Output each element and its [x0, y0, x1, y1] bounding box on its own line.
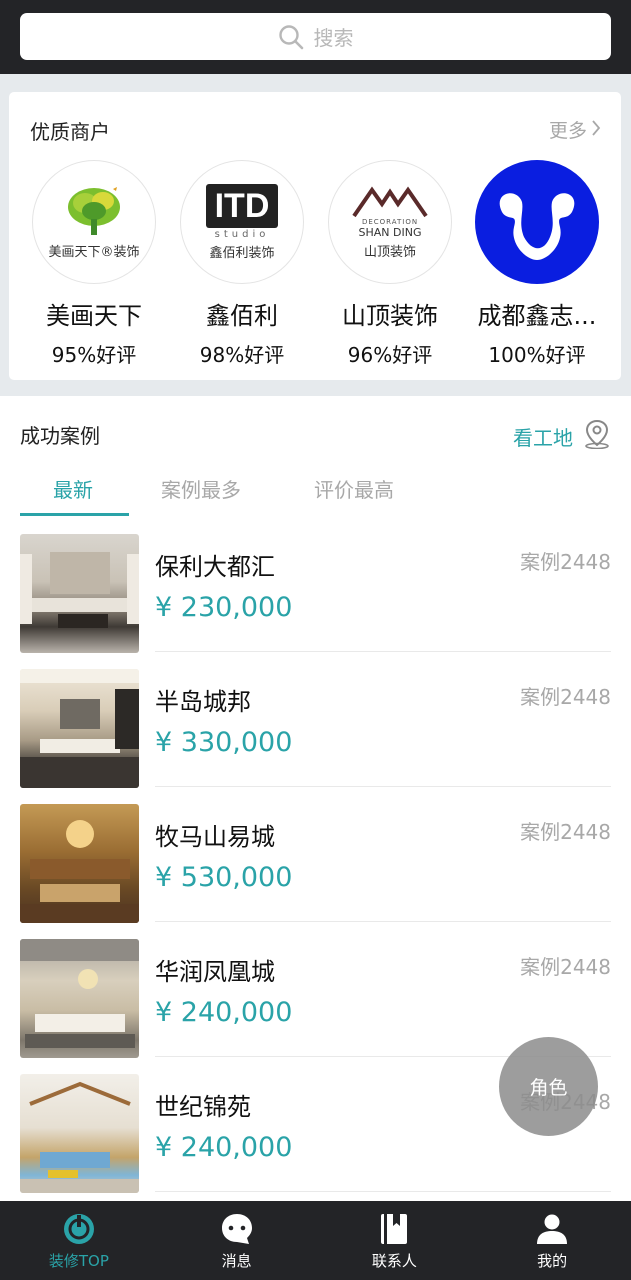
location-pin-icon [583, 419, 611, 454]
merchant-logo: DECORATION SHAN DING 山顶装饰 [328, 160, 452, 284]
contacts-book-icon [376, 1211, 412, 1247]
merchant-logo-text: 鑫佰利装饰 [209, 245, 275, 261]
merchant-logo-text: 山顶装饰 [363, 245, 416, 260]
case-name: 牧马山易城 [155, 823, 275, 851]
merchant-logo [475, 160, 599, 284]
merchant-logo-sub: SHAN DING [358, 226, 422, 239]
merchant-rating: 100%好评 [488, 343, 586, 367]
nav-label-home: 装修TOP [48, 1252, 109, 1270]
merchant-rating: 96%好评 [347, 343, 433, 367]
case-thumbnail [20, 804, 139, 923]
case-name: 半岛城邦 [155, 688, 251, 716]
role-button[interactable]: 角色 [499, 1037, 598, 1136]
merchant-logo-text: 美画天下®装饰 [48, 244, 140, 260]
tab-most-cases[interactable]: 案例最多 [161, 474, 241, 503]
site-visit-link[interactable]: 看工地 [513, 419, 611, 454]
nav-item-messages[interactable]: 消息 [158, 1201, 316, 1280]
more-link[interactable]: 更多 [549, 116, 601, 143]
merchant-logo-tag: DECORATION [361, 218, 419, 226]
merchant-item[interactable]: 美画天下®装饰 美画天下 95%好评 [20, 160, 168, 368]
bottom-nav: 装修TOP 消息 联系人 我的 [0, 1201, 631, 1280]
divider [155, 1191, 611, 1192]
list-item[interactable]: 牧马山易城 ¥ 530,000 案例2448 [20, 804, 611, 939]
more-label: 更多 [548, 120, 587, 142]
merchant-logo-sub: studio [214, 228, 270, 240]
site-visit-label: 看工地 [513, 426, 573, 450]
chevron-right-icon [591, 119, 601, 141]
merchant-name: 美画天下 [46, 302, 142, 330]
user-icon [534, 1211, 570, 1247]
list-item[interactable]: 保利大都汇 ¥ 230,000 案例2448 [20, 534, 611, 669]
merchant-name: 鑫佰利 [206, 302, 278, 330]
divider [155, 786, 611, 787]
case-thumbnail [20, 534, 139, 653]
case-price: ¥ 240,000 [155, 1132, 293, 1163]
case-name: 世纪锦苑 [155, 1093, 251, 1121]
case-count: 案例2448 [520, 820, 611, 844]
case-price: ¥ 330,000 [155, 727, 293, 758]
search-input[interactable]: 搜索 [20, 13, 611, 60]
nav-item-contacts[interactable]: 联系人 [316, 1201, 474, 1280]
nav-label-messages: 消息 [221, 1252, 252, 1270]
case-thumbnail [20, 669, 139, 788]
merchant-item[interactable]: 成都鑫志... 100%好评 [463, 160, 611, 368]
chat-bubble-icon [219, 1211, 255, 1247]
case-count: 案例2448 [520, 550, 611, 574]
tab-indicator [20, 513, 129, 516]
merchant-name: 山顶装饰 [342, 302, 438, 330]
merchant-logo: 美画天下®装饰 [32, 160, 156, 284]
mountain-logo-icon [352, 186, 428, 218]
case-tabs: 最新 案例最多 评价最高 [20, 470, 611, 516]
case-count: 案例2448 [520, 685, 611, 709]
blue-seal-logo-icon [499, 193, 575, 260]
merchant-logo: ITD studio 鑫佰利装饰 [180, 160, 304, 284]
divider [155, 651, 611, 652]
nav-item-home[interactable]: 装修TOP [0, 1201, 158, 1280]
tab-top-rated[interactable]: 评价最高 [314, 474, 394, 503]
search-icon [278, 24, 304, 50]
case-thumbnail [20, 1074, 139, 1193]
case-price: ¥ 240,000 [155, 997, 293, 1028]
merchants-title: 优质商户 [30, 120, 110, 144]
itd-logo-mark: ITD [206, 183, 278, 228]
case-name: 保利大都汇 [155, 553, 275, 581]
top-bar: 搜索 [0, 0, 631, 74]
nav-label-profile: 我的 [537, 1252, 568, 1270]
cases-title: 成功案例 [20, 424, 100, 448]
case-price: ¥ 230,000 [155, 592, 293, 623]
merchant-name: 成都鑫志... [477, 302, 597, 330]
case-price: ¥ 530,000 [155, 862, 293, 893]
nav-label-contacts: 联系人 [371, 1252, 417, 1270]
merchant-item[interactable]: DECORATION SHAN DING 山顶装饰 山顶装饰 96%好评 [316, 160, 464, 368]
nav-item-profile[interactable]: 我的 [473, 1201, 631, 1280]
list-item[interactable]: 半岛城邦 ¥ 330,000 案例2448 [20, 669, 611, 804]
merchant-rating: 98%好评 [199, 343, 285, 367]
merchant-rating: 95%好评 [51, 343, 137, 367]
search-placeholder: 搜索 [313, 26, 354, 50]
divider [155, 921, 611, 922]
merchant-item[interactable]: ITD studio 鑫佰利装饰 鑫佰利 98%好评 [168, 160, 316, 368]
home-ring-icon [61, 1211, 97, 1247]
case-name: 华润凤凰城 [155, 958, 275, 986]
case-count: 案例2448 [520, 955, 611, 979]
tree-logo-icon [68, 186, 120, 235]
case-thumbnail [20, 939, 139, 1058]
tab-latest[interactable]: 最新 [53, 474, 93, 503]
merchants-card: 优质商户 更多 美画天下®装饰 美画天下 95%好评 ITD studio 鑫佰… [9, 92, 621, 380]
